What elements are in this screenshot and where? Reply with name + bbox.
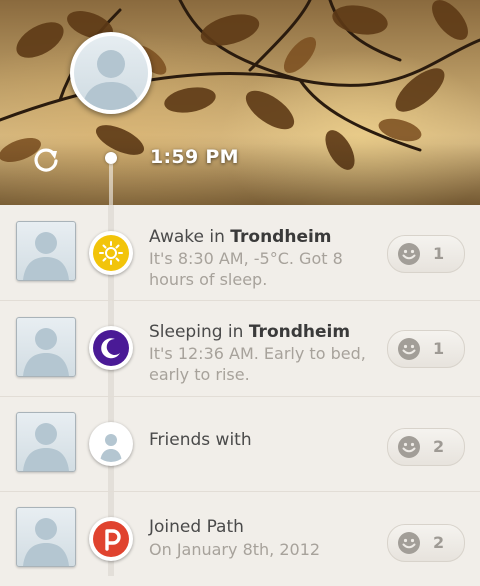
- timeline-dot: [105, 152, 117, 164]
- moon-icon: [89, 326, 133, 370]
- refresh-icon[interactable]: [30, 143, 62, 175]
- moment-title: Awake in Trondheim: [149, 227, 332, 247]
- moment-title: Joined Path: [149, 517, 244, 537]
- moment-subtitle: It's 12:36 AM. Early to bed, early to ri…: [149, 344, 366, 384]
- smile-icon: [398, 532, 420, 554]
- smile-button[interactable]: 2: [387, 524, 465, 562]
- moment-subtitle: On January 8th, 2012: [149, 540, 321, 559]
- moment-row-friends[interactable]: Friends with 2: [0, 396, 480, 492]
- branch-leaves-image: [0, 0, 480, 170]
- path-logo-icon: [89, 517, 133, 561]
- moment-title: Sleeping in Trondheim: [149, 322, 351, 342]
- moment-subtitle: It's 8:30 AM, -5°C. Got 8 hours of sleep…: [149, 249, 343, 289]
- smile-icon: [398, 436, 420, 458]
- current-time: 1:59 PM: [150, 146, 239, 168]
- user-thumbnail: [16, 221, 76, 281]
- smile-count: 1: [433, 339, 445, 358]
- default-person-icon: [23, 423, 69, 471]
- timeline-line-top: [109, 164, 113, 205]
- user-thumbnail: [16, 507, 76, 567]
- moment-title: Friends with: [149, 430, 252, 450]
- default-person-icon: [23, 328, 69, 376]
- smile-count: 2: [433, 437, 445, 456]
- sun-icon: [89, 231, 133, 275]
- moments-feed: Awake in Trondheim It's 8:30 AM, -5°C. G…: [0, 205, 480, 576]
- moment-row-joined[interactable]: Joined Path On January 8th, 2012 2: [0, 491, 480, 586]
- default-person-icon: [23, 232, 69, 280]
- user-thumbnail: [16, 317, 76, 377]
- smile-count: 1: [433, 244, 445, 263]
- moment-row-awake[interactable]: Awake in Trondheim It's 8:30 AM, -5°C. G…: [0, 205, 480, 301]
- smile-button[interactable]: 2: [387, 428, 465, 466]
- smile-button[interactable]: 1: [387, 235, 465, 273]
- moment-row-sleeping[interactable]: Sleeping in Trondheim It's 12:36 AM. Ear…: [0, 301, 480, 397]
- person-icon: [89, 422, 133, 466]
- smile-count: 2: [433, 533, 445, 552]
- smile-button[interactable]: 1: [387, 330, 465, 368]
- default-person-icon: [82, 50, 140, 110]
- smile-icon: [398, 338, 420, 360]
- default-person-icon: [23, 518, 69, 566]
- profile-avatar[interactable]: [70, 32, 152, 114]
- smile-icon: [398, 243, 420, 265]
- user-thumbnail: [16, 412, 76, 472]
- cover-photo: 1:59 PM: [0, 0, 480, 205]
